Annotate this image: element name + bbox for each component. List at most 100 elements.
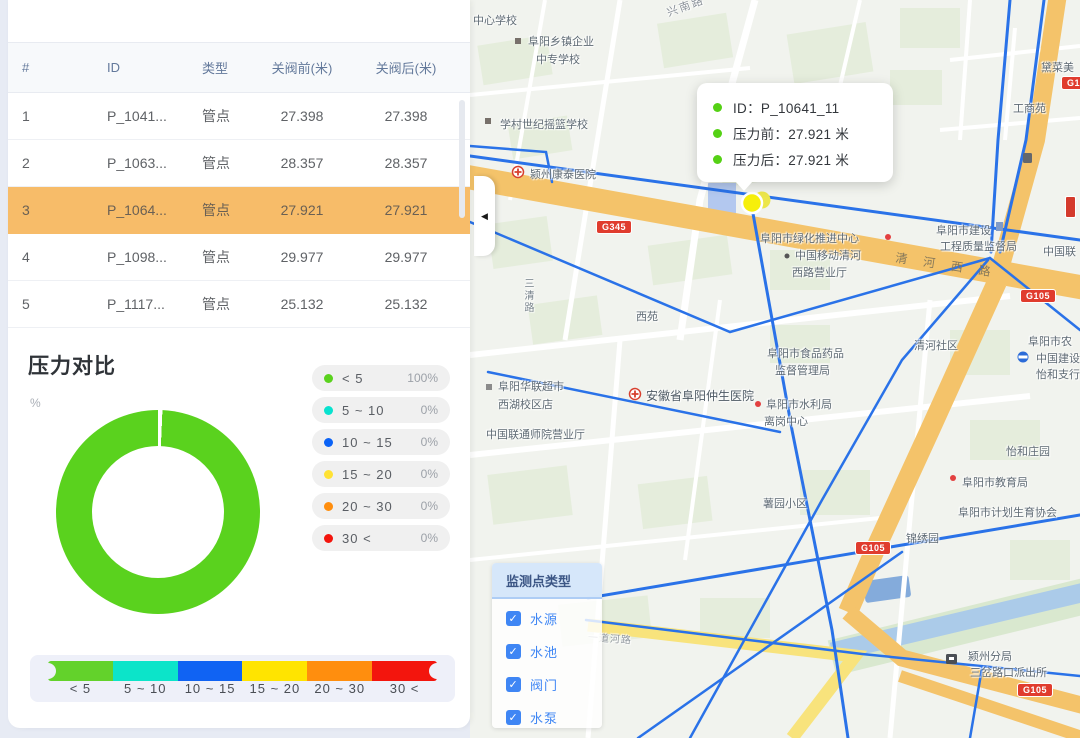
table-row[interactable]: 5P_1117...管点25.13225.132 bbox=[8, 281, 470, 328]
table-row-selected[interactable]: 3P_1064...管点27.92127.921 bbox=[8, 187, 470, 234]
legend-item-valve[interactable]: 阀门 bbox=[506, 671, 602, 698]
legend-pill[interactable]: 20 ~ 300% bbox=[312, 493, 450, 519]
col-header-index: # bbox=[22, 60, 107, 75]
map-label: 薯园小区 bbox=[763, 495, 807, 511]
gas-station-icon bbox=[1023, 153, 1032, 163]
map-label: 阜阳市绿化推进中心 bbox=[760, 230, 859, 246]
table-row[interactable]: 1P_1041...管点27.39827.398 bbox=[8, 93, 470, 140]
pressure-donut-chart bbox=[56, 410, 260, 614]
legend-pill[interactable]: 30 <0% bbox=[312, 525, 450, 551]
checkbox-checked-icon[interactable] bbox=[506, 677, 521, 692]
road-label: 三清路 bbox=[520, 278, 535, 314]
popup-row-pressure-after: 压力后：27.921 米 bbox=[713, 146, 893, 172]
panel-collapse-handle[interactable]: ◀ bbox=[474, 176, 495, 256]
popup-row-id: ID：P_10641_11 bbox=[713, 94, 893, 120]
checkbox-checked-icon[interactable] bbox=[506, 611, 521, 626]
map-label: 阜阳华联超市 bbox=[498, 378, 564, 394]
legend-item-water-source[interactable]: 水源 bbox=[506, 605, 602, 632]
map-label: 工商苑 bbox=[1013, 100, 1046, 116]
map-label: 清河社区 bbox=[914, 337, 958, 353]
road-shield: G105 bbox=[1061, 76, 1080, 90]
map-label: 阜阳市计划生育协会 bbox=[958, 504, 1057, 520]
map-label: 颍州康泰医院 bbox=[530, 166, 596, 182]
pressure-chart-title: 压力对比 bbox=[28, 350, 116, 380]
checkbox-checked-icon[interactable] bbox=[506, 644, 521, 659]
poi-dot bbox=[885, 234, 891, 240]
pressure-scale-bar: < 5 5 ~ 10 10 ~ 15 15 ~ 20 20 ~ 30 30 < bbox=[30, 655, 455, 702]
green-bullet-icon bbox=[713, 103, 722, 112]
poi-dot bbox=[785, 254, 790, 259]
map-label: 阜阳乡镇企业 bbox=[528, 33, 594, 49]
map-label: 阜阳市食品药品 bbox=[767, 345, 844, 361]
map-label: 三岔路口派出所 bbox=[970, 664, 1047, 680]
node-info-popup: ID：P_10641_11 压力前：27.921 米 压力后：27.921 米 bbox=[697, 83, 893, 182]
map-label: 怡和支行 bbox=[1036, 366, 1080, 382]
legend-dot-icon bbox=[324, 534, 333, 543]
valve-result-table: # ID 类型 关阀前(米) 关阀后(米) 1P_1041...管点27.398… bbox=[8, 43, 470, 328]
map-label: 阜阳市农 bbox=[1028, 333, 1072, 349]
water-feature bbox=[708, 183, 736, 213]
legend-dot-icon bbox=[324, 438, 333, 447]
scale-notch bbox=[429, 663, 445, 679]
marker-icon[interactable] bbox=[742, 193, 762, 213]
road-shield bbox=[1065, 196, 1076, 218]
popup-row-pressure-before: 压力前：27.921 米 bbox=[713, 120, 893, 146]
left-panel: # ID 类型 关阀前(米) 关阀后(米) 1P_1041...管点27.398… bbox=[8, 0, 470, 728]
map-label: 西路营业厅 bbox=[792, 264, 847, 280]
road-shield: G105 bbox=[1020, 289, 1056, 303]
scale-notch bbox=[40, 663, 56, 679]
building-icon bbox=[996, 222, 1003, 231]
map-label: 阜阳市水利局 bbox=[766, 396, 832, 412]
table-scrollbar[interactable] bbox=[459, 100, 465, 218]
col-header-id: ID bbox=[107, 60, 202, 75]
map-canvas[interactable]: 中心学校 阜阳乡镇企业 中专学校 学村世纪摇篮学校 颍州康泰医院 阜阳市绿化推进… bbox=[470, 0, 1080, 738]
map-label: 西湖校区店 bbox=[498, 396, 553, 412]
legend-dot-icon bbox=[324, 406, 333, 415]
store-icon bbox=[486, 384, 492, 390]
map-label: 阜阳市教育局 bbox=[962, 474, 1028, 490]
table-row[interactable]: 4P_1098...管点29.97729.977 bbox=[8, 234, 470, 281]
map-label: 监督管理局 bbox=[775, 362, 830, 378]
road-shield: G105 bbox=[855, 541, 891, 555]
chevron-left-icon: ◀ bbox=[481, 211, 488, 222]
map-label: 离岗中心 bbox=[764, 413, 808, 429]
legend-item-pump[interactable]: 水泵 bbox=[506, 704, 602, 731]
table-row[interactable]: 2P_1063...管点28.35728.357 bbox=[8, 140, 470, 187]
map-label: 中国建设 bbox=[1036, 350, 1080, 366]
legend-pill[interactable]: < 5100% bbox=[312, 365, 450, 391]
pressure-unit-label: % bbox=[30, 396, 41, 410]
legend-item-water-tank[interactable]: 水池 bbox=[506, 638, 602, 665]
legend-dot-icon bbox=[324, 470, 333, 479]
road-shield: G345 bbox=[596, 220, 632, 234]
col-header-after: 关阀后(米) bbox=[342, 58, 470, 77]
map-label: 黛菜美 bbox=[1041, 59, 1074, 75]
map-label: 中国联通师院营业厅 bbox=[486, 426, 585, 442]
map-label: 工程质量监督局 bbox=[940, 238, 1017, 254]
map-label: 怡和庄园 bbox=[1006, 443, 1050, 459]
checkbox-checked-icon[interactable] bbox=[506, 710, 521, 725]
legend-pill[interactable]: 15 ~ 200% bbox=[312, 461, 450, 487]
table-header-row: # ID 类型 关阀前(米) 关阀后(米) bbox=[8, 43, 470, 93]
scale-labels: < 5 5 ~ 10 10 ~ 15 15 ~ 20 20 ~ 30 30 < bbox=[48, 681, 437, 696]
green-bullet-icon bbox=[713, 155, 722, 164]
map-label: 颍州分局 bbox=[968, 648, 1012, 664]
map-label: 中心学校 bbox=[473, 12, 517, 28]
legend-title: 监测点类型 bbox=[492, 563, 602, 599]
legend-pill[interactable]: 5 ~ 100% bbox=[312, 397, 450, 423]
legend-dot-icon bbox=[324, 502, 333, 511]
col-header-type: 类型 bbox=[202, 58, 262, 77]
map-label: 学村世纪摇篮学校 bbox=[500, 116, 588, 132]
map-label: 锦绣园 bbox=[906, 530, 939, 546]
selected-node-marker[interactable] bbox=[742, 192, 771, 214]
poi-dot bbox=[950, 475, 956, 481]
school-icon bbox=[485, 118, 491, 124]
green-bullet-icon bbox=[713, 129, 722, 138]
school-icon bbox=[515, 38, 521, 44]
col-header-before: 关阀前(米) bbox=[262, 58, 342, 77]
road-shield: G105 bbox=[1017, 683, 1053, 697]
map-label: 安徽省阜阳仲生医院 bbox=[646, 387, 754, 404]
map-label: 中国联 bbox=[1043, 243, 1076, 259]
map-label: 西苑 bbox=[636, 308, 658, 324]
legend-pill[interactable]: 10 ~ 150% bbox=[312, 429, 450, 455]
donut-hole bbox=[92, 446, 224, 578]
